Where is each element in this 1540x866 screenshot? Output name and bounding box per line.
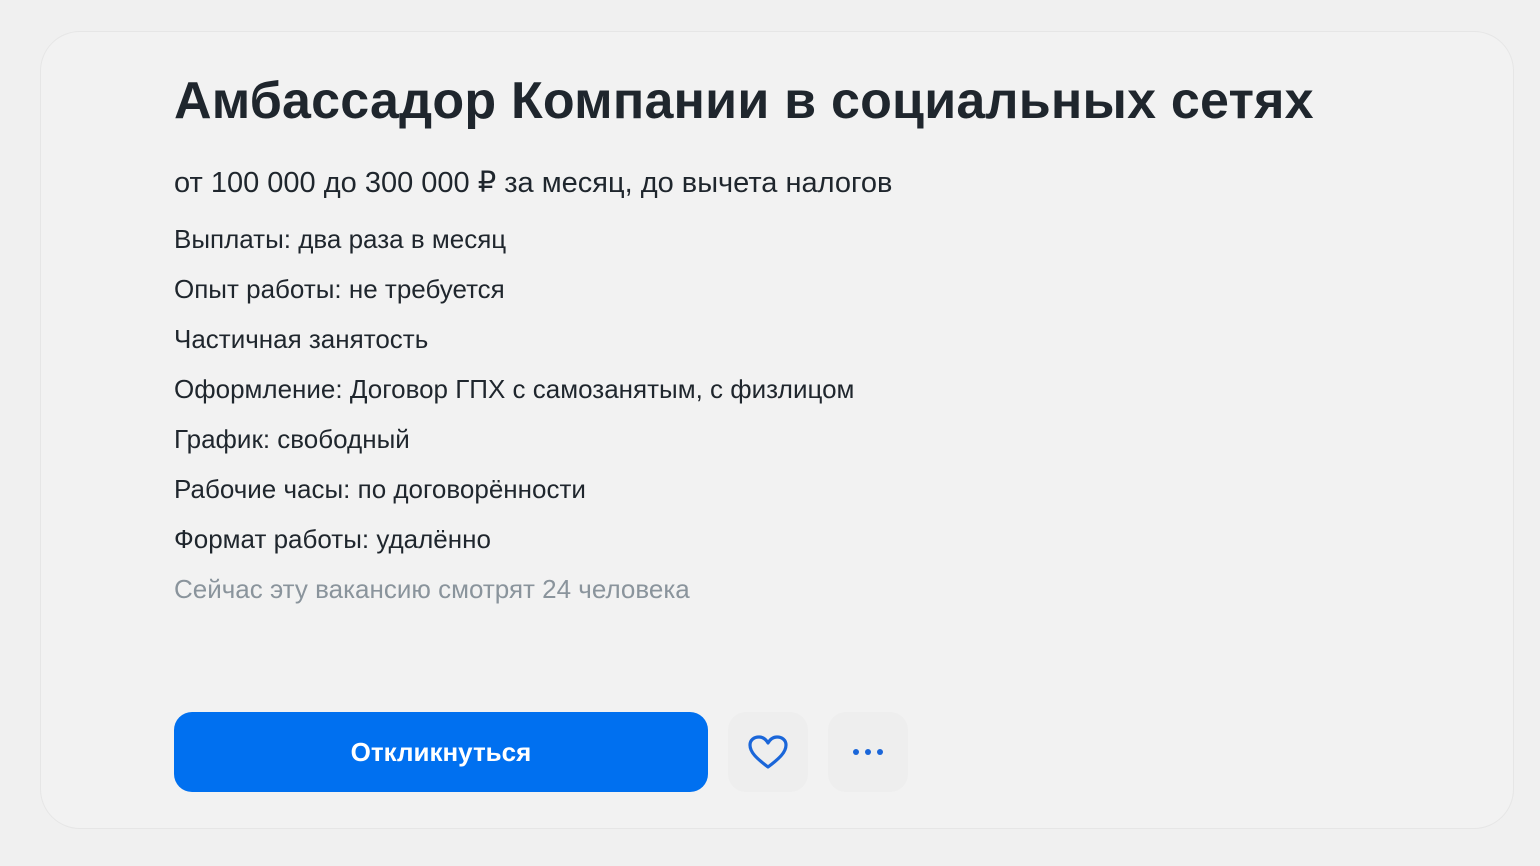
detail-experience: Опыт работы: не требуется [174,274,505,304]
detail-contract: Оформление: Договор ГПХ с самозанятым, с… [174,374,855,404]
apply-button[interactable]: Откликнуться [174,712,708,792]
salary-text: от 100 000 до 300 000 ₽ за месяц, до выч… [174,167,893,199]
heart-icon [748,735,788,769]
detail-hours: Рабочие часы: по договорённости [174,474,586,504]
detail-schedule: График: свободный [174,424,410,454]
vacancy-card: Амбассадор Компании в социальных сетях о… [40,31,1514,829]
detail-work-format: Формат работы: удалённо [174,524,491,554]
favorite-button[interactable] [728,712,808,792]
vacancy-title: Амбассадор Компании в социальных сетях [174,72,1314,130]
detail-payments: Выплаты: два раза в месяц [174,224,507,254]
actions-bar: Откликнуться [174,712,908,792]
more-dots-icon [853,749,883,755]
more-options-button[interactable] [828,712,908,792]
viewers-count-text: Сейчас эту вакансию смотрят 24 человека [174,574,690,604]
detail-employment: Частичная занятость [174,324,429,354]
vacancy-content: Амбассадор Компании в социальных сетях о… [174,72,1354,604]
details-list: Выплаты: два раза в месяц Опыт работы: н… [174,224,1354,554]
